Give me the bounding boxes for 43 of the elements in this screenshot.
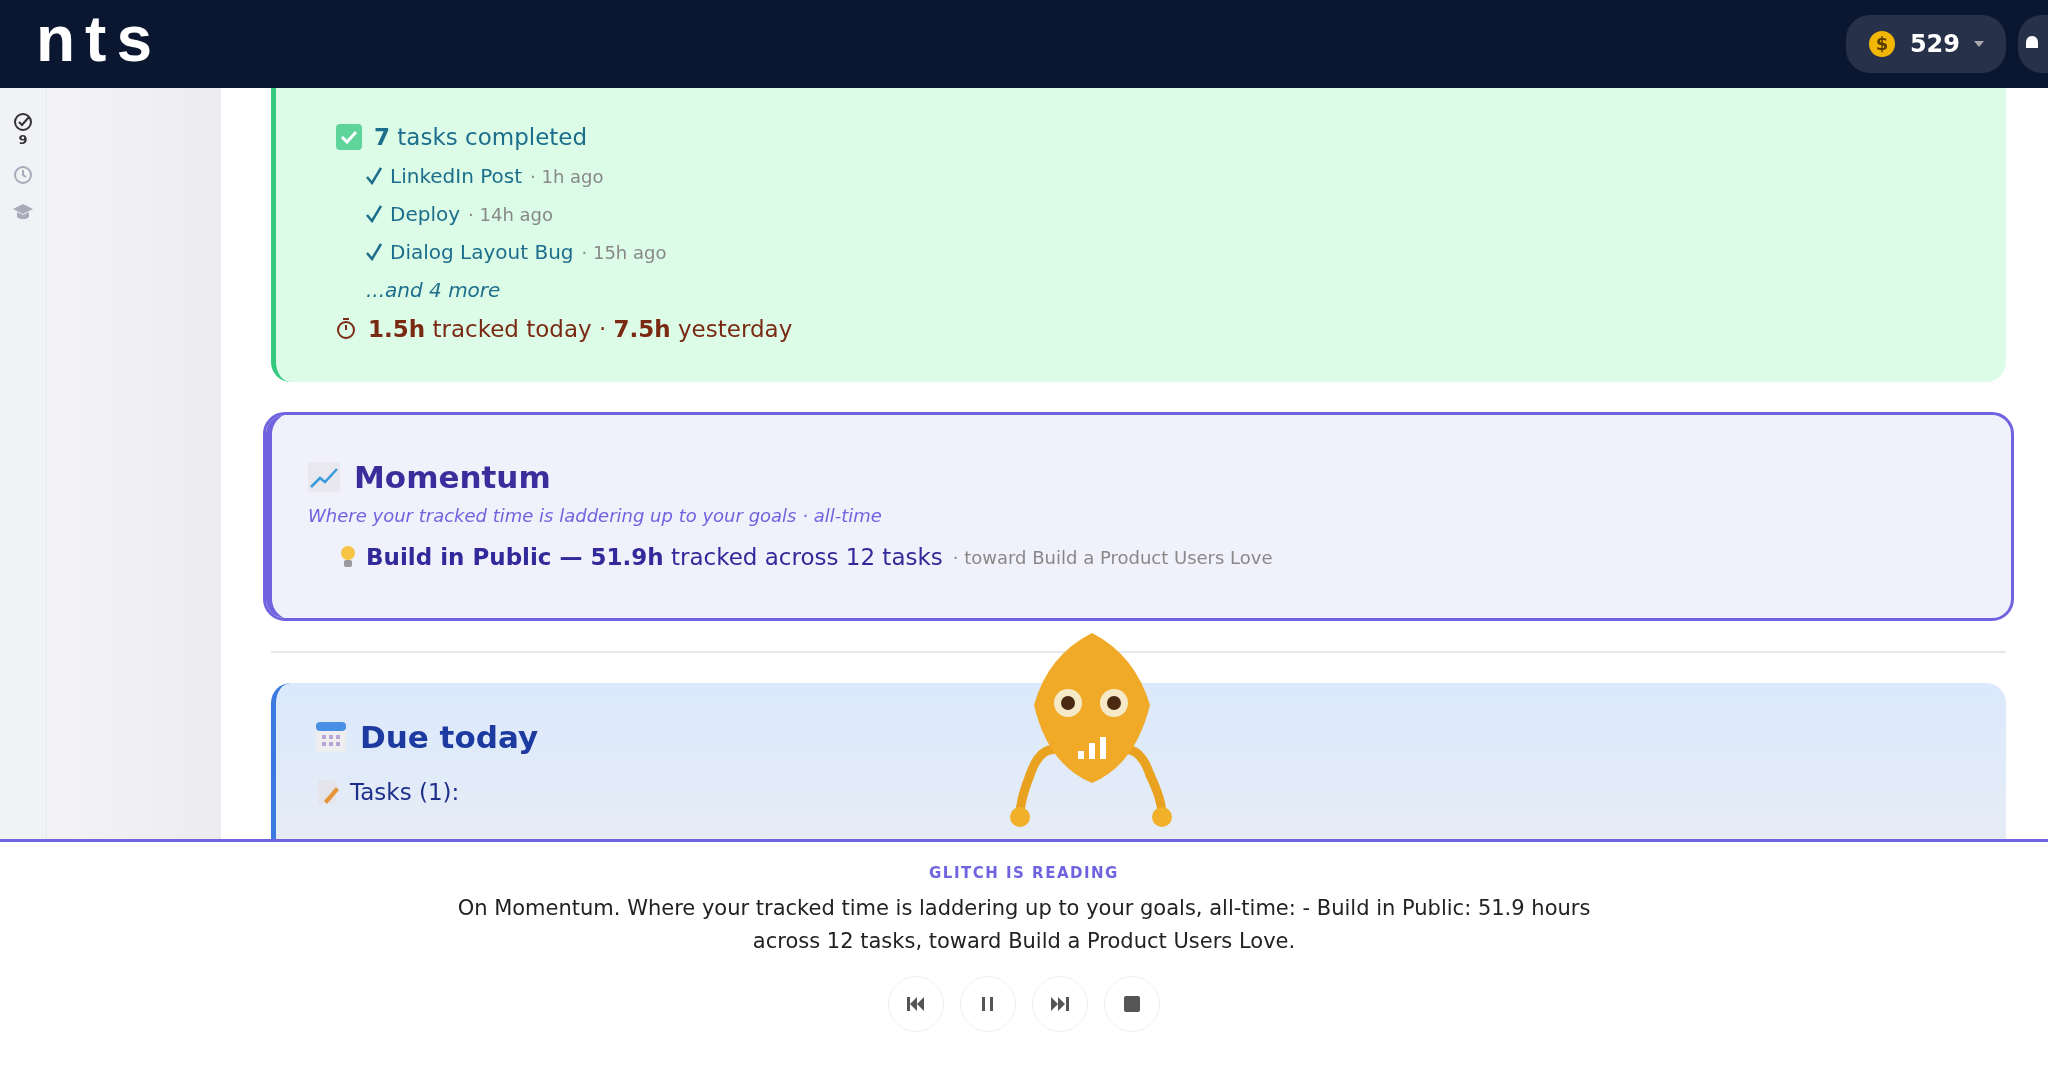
caret-icon	[1974, 41, 1984, 47]
due-today-title: Due today	[360, 719, 539, 755]
coin-balance-button[interactable]: $ 529	[1845, 15, 2006, 73]
checkmark-icon	[366, 243, 382, 261]
momentum-subtitle: Where your tracked time is laddering up to your goals · all-time	[308, 505, 883, 526]
tasks-label: Tasks (1):	[350, 779, 460, 805]
skip-forward-icon	[1051, 997, 1069, 1011]
stop-icon	[1124, 996, 1140, 1012]
more-tasks-text: ...and 4 more	[365, 278, 502, 302]
stopwatch-icon	[336, 318, 356, 340]
pause-button[interactable]	[960, 976, 1016, 1032]
completed-count: 7 tasks completed	[374, 124, 588, 150]
checkmark-icon	[366, 167, 382, 185]
skip-back-icon	[907, 997, 925, 1011]
task-name: Deploy	[390, 202, 461, 226]
sidebar-item[interactable]: 9	[13, 112, 33, 147]
notification-button[interactable]	[2018, 15, 2048, 73]
logo: nts	[36, 7, 162, 71]
checkmark-icon	[366, 205, 382, 223]
task-time: · 14h ago	[468, 203, 553, 225]
graduation-cap-icon	[13, 203, 33, 221]
chart-up-icon	[308, 462, 340, 492]
momentum-title: Momentum	[354, 459, 551, 495]
coin-icon: $	[1867, 30, 1896, 58]
pause-icon	[982, 997, 994, 1011]
task-name: Dialog Layout Bug	[390, 240, 574, 264]
tracked-time-text: 1.5h tracked today · 7.5h yesterday	[368, 316, 793, 342]
checkbox-icon	[336, 124, 362, 150]
lightbulb-icon	[340, 545, 356, 569]
previous-button[interactable]	[888, 976, 944, 1032]
clock-icon	[13, 165, 33, 185]
goal-target-text: · toward Build a Product Users Love	[952, 546, 1273, 568]
memo-icon	[316, 779, 340, 805]
goal-progress-text: Build in Public — 51.9h tracked across 12 tasks	[366, 544, 943, 570]
calendar-icon	[316, 722, 346, 752]
task-time: · 1h ago	[530, 165, 604, 187]
reader-text: On Momentum. Where your tracked time is laddering up to your goals, all-time: - Build in Public: 51.9 hours across 12 tasks, toward Build a Product Users Love.	[456, 895, 1592, 955]
task-name: LinkedIn Post	[390, 164, 523, 188]
next-button[interactable]	[1032, 976, 1088, 1032]
reader-label: GLITCH IS READING	[929, 864, 1119, 882]
check-circle-icon	[13, 112, 33, 132]
task-time: · 15h ago	[581, 241, 667, 263]
stop-button[interactable]	[1104, 976, 1160, 1032]
